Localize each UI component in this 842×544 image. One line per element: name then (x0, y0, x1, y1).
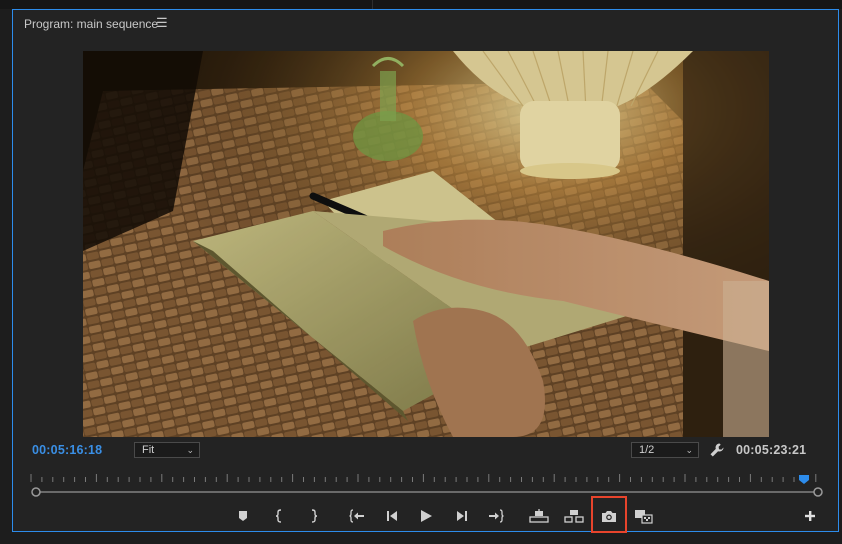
step-forward-icon (455, 510, 469, 522)
lift-icon (529, 509, 549, 523)
mark-in-icon (274, 509, 286, 523)
step-back-button[interactable] (379, 505, 405, 527)
step-forward-button[interactable] (449, 505, 475, 527)
program-monitor-panel: Program: main sequence ☰ 00:05:16:18 Fit… (12, 9, 839, 533)
play-button[interactable] (413, 505, 439, 527)
zoom-level-dropdown[interactable]: Fit ⌄ (134, 442, 200, 458)
current-timecode[interactable]: 00:05:16:18 (32, 443, 102, 457)
video-frame[interactable] (83, 51, 769, 437)
go-to-out-button[interactable] (483, 505, 509, 527)
mark-out-button[interactable] (300, 505, 326, 527)
sequence-duration-timecode: 00:05:23:21 (736, 443, 807, 457)
panel-title[interactable]: Program: main sequence (24, 17, 158, 31)
scrollbar-right-handle[interactable] (813, 487, 823, 497)
play-icon (419, 509, 433, 523)
video-frame-image (83, 51, 769, 437)
marker-icon (237, 510, 249, 522)
mark-in-button[interactable] (267, 505, 293, 527)
wrench-icon[interactable] (709, 442, 725, 458)
playback-resolution-dropdown[interactable]: 1/2 ⌄ (631, 442, 699, 458)
chevron-down-icon: ⌄ (186, 445, 194, 455)
panel-header: Program: main sequence ☰ (13, 10, 838, 38)
playhead[interactable] (799, 471, 809, 484)
hamburger-menu-icon[interactable]: ☰ (156, 15, 168, 31)
top-strip (0, 0, 842, 9)
extract-button[interactable] (561, 505, 587, 527)
go-to-in-icon (349, 509, 365, 523)
scrollbar-left-handle[interactable] (31, 487, 41, 497)
plus-icon (804, 510, 816, 522)
zoom-scrollbar[interactable] (31, 485, 823, 497)
export-frame-highlight (591, 496, 627, 533)
add-marker-button[interactable] (230, 505, 256, 527)
playback-resolution-value: 1/2 (639, 444, 655, 456)
go-to-in-button[interactable] (344, 505, 370, 527)
button-editor-button[interactable] (797, 505, 823, 527)
step-back-icon (385, 510, 399, 522)
comparison-view-button[interactable] (631, 505, 657, 527)
time-ruler[interactable] (29, 470, 822, 482)
extract-icon (564, 509, 584, 523)
zoom-level-value: Fit (142, 444, 155, 456)
mark-out-icon (307, 509, 319, 523)
go-to-out-icon (488, 509, 504, 523)
comparison-view-icon (634, 509, 654, 524)
chevron-down-icon: ⌄ (685, 445, 693, 455)
lift-button[interactable] (526, 505, 552, 527)
